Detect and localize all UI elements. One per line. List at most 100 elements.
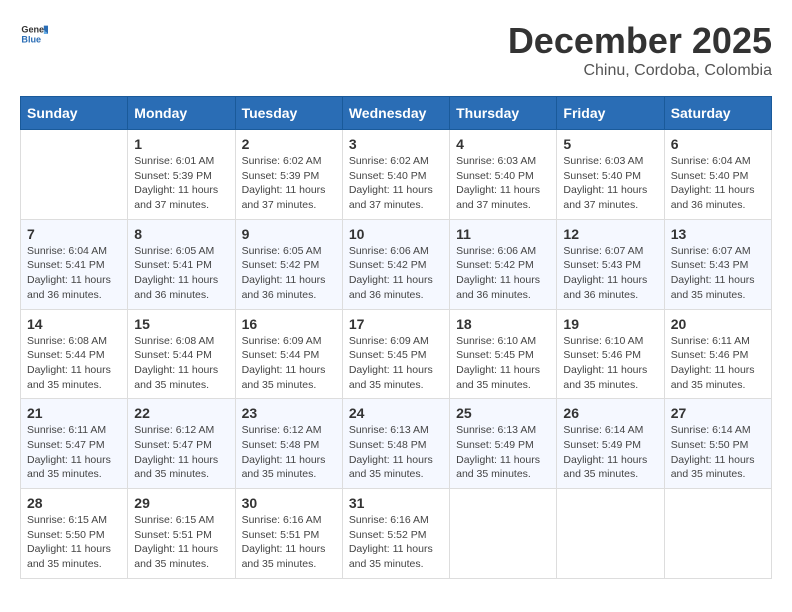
weekday-header-friday: Friday xyxy=(557,97,664,130)
day-info: Sunrise: 6:09 AMSunset: 5:45 PMDaylight:… xyxy=(349,334,443,393)
calendar-day-cell: 11Sunrise: 6:06 AMSunset: 5:42 PMDayligh… xyxy=(450,219,557,309)
calendar-day-cell: 26 Sunrise: 6:14 AMSunset: 5:49 PMDayligh… xyxy=(557,399,664,489)
calendar-week-row: 14 Sunrise: 6:08 AMSunset: 5:44 PMDayligh… xyxy=(21,309,772,399)
weekday-header-wednesday: Wednesday xyxy=(342,97,449,130)
logo: General Blue xyxy=(20,20,48,48)
day-info: Sunrise: 6:11 AMSunset: 5:47 PMDaylight:… xyxy=(27,423,121,482)
weekday-header-row: SundayMondayTuesdayWednesdayThursdayFrid… xyxy=(21,97,772,130)
weekday-header-tuesday: Tuesday xyxy=(235,97,342,130)
weekday-header-monday: Monday xyxy=(128,97,235,130)
calendar-day-cell: 23Sunrise: 6:12 AMSunset: 5:48 PMDayligh… xyxy=(235,399,342,489)
calendar-day-cell: 7 Sunrise: 6:04 AMSunset: 5:41 PMDaylight… xyxy=(21,219,128,309)
calendar-day-cell xyxy=(450,489,557,579)
day-info: Sunrise: 6:08 AMSunset: 5:44 PMDaylight:… xyxy=(134,334,228,393)
calendar-day-cell: 27Sunrise: 6:14 AMSunset: 5:50 PMDayligh… xyxy=(664,399,771,489)
day-number: 5 xyxy=(563,136,657,152)
calendar-day-cell: 28 Sunrise: 6:15 AMSunset: 5:50 PMDayligh… xyxy=(21,489,128,579)
calendar-day-cell: 2 Sunrise: 6:02 AMSunset: 5:39 PMDaylight… xyxy=(235,130,342,220)
day-number: 20 xyxy=(671,316,765,332)
calendar-day-cell: 22 Sunrise: 6:12 AMSunset: 5:47 PMDayligh… xyxy=(128,399,235,489)
month-year-title: December 2025 xyxy=(508,20,772,62)
day-number: 15 xyxy=(134,316,228,332)
day-info: Sunrise: 6:06 AMSunset: 5:42 PMDaylight:… xyxy=(456,244,550,303)
calendar-day-cell: 10Sunrise: 6:06 AMSunset: 5:42 PMDayligh… xyxy=(342,219,449,309)
calendar-day-cell: 19 Sunrise: 6:10 AMSunset: 5:46 PMDayligh… xyxy=(557,309,664,399)
day-info: Sunrise: 6:02 AMSunset: 5:39 PMDaylight:… xyxy=(242,154,336,213)
day-number: 28 xyxy=(27,495,121,511)
day-number: 8 xyxy=(134,226,228,242)
calendar-table: SundayMondayTuesdayWednesdayThursdayFrid… xyxy=(20,96,772,579)
day-number: 7 xyxy=(27,226,121,242)
weekday-header-saturday: Saturday xyxy=(664,97,771,130)
location-subtitle: Chinu, Cordoba, Colombia xyxy=(508,62,772,80)
day-number: 6 xyxy=(671,136,765,152)
weekday-header-thursday: Thursday xyxy=(450,97,557,130)
day-info: Sunrise: 6:05 AMSunset: 5:41 PMDaylight:… xyxy=(134,244,228,303)
day-info: Sunrise: 6:14 AMSunset: 5:49 PMDaylight:… xyxy=(563,423,657,482)
day-info: Sunrise: 6:04 AMSunset: 5:40 PMDaylight:… xyxy=(671,154,765,213)
day-number: 24 xyxy=(349,405,443,421)
calendar-day-cell: 17 Sunrise: 6:09 AMSunset: 5:45 PMDayligh… xyxy=(342,309,449,399)
day-number: 14 xyxy=(27,316,121,332)
calendar-day-cell: 3 Sunrise: 6:02 AMSunset: 5:40 PMDaylight… xyxy=(342,130,449,220)
calendar-day-cell xyxy=(664,489,771,579)
day-number: 23 xyxy=(242,405,336,421)
calendar-day-cell: 31Sunrise: 6:16 AMSunset: 5:52 PMDayligh… xyxy=(342,489,449,579)
calendar-day-cell: 6 Sunrise: 6:04 AMSunset: 5:40 PMDaylight… xyxy=(664,130,771,220)
calendar-day-cell: 12Sunrise: 6:07 AMSunset: 5:43 PMDayligh… xyxy=(557,219,664,309)
logo-icon: General Blue xyxy=(20,20,48,48)
calendar-day-cell: 14 Sunrise: 6:08 AMSunset: 5:44 PMDayligh… xyxy=(21,309,128,399)
day-info: Sunrise: 6:10 AMSunset: 5:46 PMDaylight:… xyxy=(563,334,657,393)
day-info: Sunrise: 6:13 AMSunset: 5:49 PMDaylight:… xyxy=(456,423,550,482)
calendar-day-cell: 20 Sunrise: 6:11 AMSunset: 5:46 PMDayligh… xyxy=(664,309,771,399)
calendar-day-cell: 25Sunrise: 6:13 AMSunset: 5:49 PMDayligh… xyxy=(450,399,557,489)
day-number: 18 xyxy=(456,316,550,332)
day-number: 13 xyxy=(671,226,765,242)
day-number: 4 xyxy=(456,136,550,152)
day-number: 21 xyxy=(27,405,121,421)
day-number: 16 xyxy=(242,316,336,332)
day-number: 26 xyxy=(563,405,657,421)
calendar-week-row: 7 Sunrise: 6:04 AMSunset: 5:41 PMDaylight… xyxy=(21,219,772,309)
svg-text:Blue: Blue xyxy=(21,34,41,44)
calendar-day-cell: 5 Sunrise: 6:03 AMSunset: 5:40 PMDaylight… xyxy=(557,130,664,220)
day-info: Sunrise: 6:13 AMSunset: 5:48 PMDaylight:… xyxy=(349,423,443,482)
calendar-day-cell: 30 Sunrise: 6:16 AMSunset: 5:51 PMDayligh… xyxy=(235,489,342,579)
day-info: Sunrise: 6:07 AMSunset: 5:43 PMDaylight:… xyxy=(563,244,657,303)
calendar-day-cell: 1Sunrise: 6:01 AMSunset: 5:39 PMDaylight… xyxy=(128,130,235,220)
calendar-week-row: 1Sunrise: 6:01 AMSunset: 5:39 PMDaylight… xyxy=(21,130,772,220)
day-number: 2 xyxy=(242,136,336,152)
day-number: 31 xyxy=(349,495,443,511)
title-area: December 2025 Chinu, Cordoba, Colombia xyxy=(508,20,772,80)
day-info: Sunrise: 6:08 AMSunset: 5:44 PMDaylight:… xyxy=(27,334,121,393)
calendar-day-cell: 29Sunrise: 6:15 AMSunset: 5:51 PMDayligh… xyxy=(128,489,235,579)
day-info: Sunrise: 6:11 AMSunset: 5:46 PMDaylight:… xyxy=(671,334,765,393)
day-number: 27 xyxy=(671,405,765,421)
day-number: 22 xyxy=(134,405,228,421)
day-info: Sunrise: 6:04 AMSunset: 5:41 PMDaylight:… xyxy=(27,244,121,303)
day-info: Sunrise: 6:12 AMSunset: 5:47 PMDaylight:… xyxy=(134,423,228,482)
day-number: 17 xyxy=(349,316,443,332)
calendar-day-cell: 21 Sunrise: 6:11 AMSunset: 5:47 PMDayligh… xyxy=(21,399,128,489)
day-info: Sunrise: 6:06 AMSunset: 5:42 PMDaylight:… xyxy=(349,244,443,303)
weekday-header-sunday: Sunday xyxy=(21,97,128,130)
day-number: 1 xyxy=(134,136,228,152)
day-info: Sunrise: 6:02 AMSunset: 5:40 PMDaylight:… xyxy=(349,154,443,213)
calendar-day-cell: 4Sunrise: 6:03 AMSunset: 5:40 PMDaylight… xyxy=(450,130,557,220)
day-info: Sunrise: 6:10 AMSunset: 5:45 PMDaylight:… xyxy=(456,334,550,393)
calendar-day-cell: 24 Sunrise: 6:13 AMSunset: 5:48 PMDayligh… xyxy=(342,399,449,489)
day-info: Sunrise: 6:03 AMSunset: 5:40 PMDaylight:… xyxy=(563,154,657,213)
calendar-day-cell: 13 Sunrise: 6:07 AMSunset: 5:43 PMDayligh… xyxy=(664,219,771,309)
day-number: 30 xyxy=(242,495,336,511)
day-info: Sunrise: 6:15 AMSunset: 5:50 PMDaylight:… xyxy=(27,513,121,572)
day-info: Sunrise: 6:15 AMSunset: 5:51 PMDaylight:… xyxy=(134,513,228,572)
day-number: 9 xyxy=(242,226,336,242)
calendar-week-row: 28 Sunrise: 6:15 AMSunset: 5:50 PMDayligh… xyxy=(21,489,772,579)
day-number: 3 xyxy=(349,136,443,152)
day-info: Sunrise: 6:05 AMSunset: 5:42 PMDaylight:… xyxy=(242,244,336,303)
calendar-day-cell: 9 Sunrise: 6:05 AMSunset: 5:42 PMDaylight… xyxy=(235,219,342,309)
day-info: Sunrise: 6:07 AMSunset: 5:43 PMDaylight:… xyxy=(671,244,765,303)
day-info: Sunrise: 6:16 AMSunset: 5:51 PMDaylight:… xyxy=(242,513,336,572)
calendar-day-cell xyxy=(21,130,128,220)
day-number: 19 xyxy=(563,316,657,332)
